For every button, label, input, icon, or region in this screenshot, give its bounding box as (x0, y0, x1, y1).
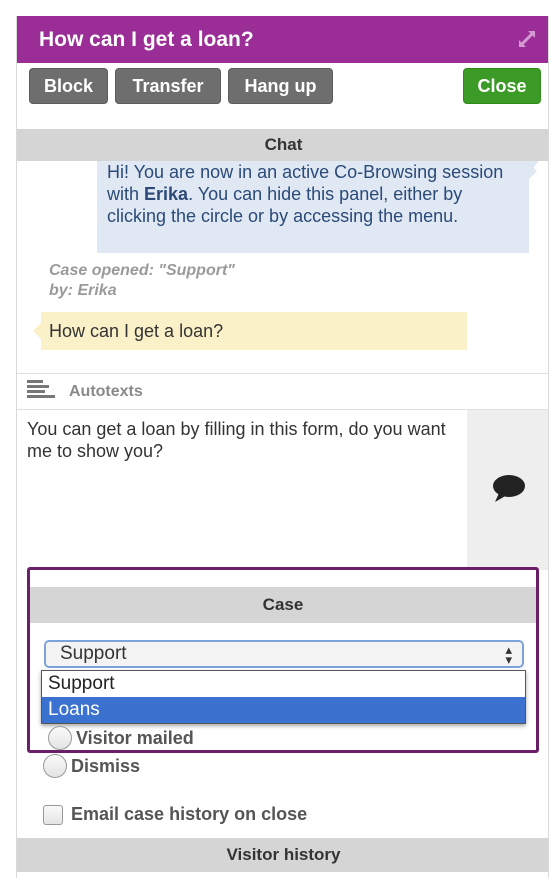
case-section-header[interactable]: Case (30, 587, 536, 623)
expand-icon[interactable] (516, 28, 538, 50)
dismiss-radio[interactable] (43, 754, 67, 778)
case-opened-by: by: Erika (49, 282, 117, 299)
visitor-mailed-label: Visitor mailed (76, 727, 194, 748)
chat-panel: How can I get a loan? Block Transfer Han… (16, 16, 549, 878)
email-history-label: Email case history on close (71, 804, 308, 824)
hang-up-button[interactable]: Hang up (228, 68, 333, 104)
email-history-option[interactable]: Email case history on close (43, 804, 307, 825)
toolbar: Block Transfer Hang up Close (17, 63, 548, 129)
dismiss-option[interactable]: Dismiss (43, 754, 140, 778)
autotexts-label: Autotexts (69, 382, 143, 400)
chat-log[interactable]: Hi! You are now in an active Co-Browsing… (17, 161, 548, 373)
email-history-checkbox[interactable] (43, 804, 63, 825)
title-bar: How can I get a loan? (17, 16, 548, 63)
send-button[interactable] (467, 410, 548, 570)
chat-section-header[interactable]: Chat (17, 129, 548, 161)
visitor-mailed-radio[interactable] (48, 726, 72, 750)
case-select-value: Support (60, 643, 127, 664)
case-panel: Case Support ▴ ▾ Support Loans Visitor ma… (27, 567, 539, 753)
case-option-loans[interactable]: Loans (42, 697, 525, 723)
visitor-message-text: How can I get a loan? (49, 320, 224, 341)
visitor-mailed-option[interactable]: Visitor mailed (48, 726, 194, 750)
case-option-support[interactable]: Support (42, 671, 525, 697)
case-dropdown-list: Support Loans (41, 670, 526, 724)
transfer-button[interactable]: Transfer (115, 68, 221, 104)
speech-bubble-icon (491, 473, 527, 508)
lines-icon (27, 380, 55, 403)
agent-name: Erika (144, 184, 189, 204)
visitor-history-header[interactable]: Visitor history (17, 838, 548, 872)
case-opened-note: Case opened: "Support" by: Erika (49, 261, 235, 301)
window-title: How can I get a loan? (39, 27, 254, 51)
dismiss-label: Dismiss (71, 755, 141, 776)
updown-arrows-icon: ▴ ▾ (505, 642, 512, 667)
case-select[interactable]: Support ▴ ▾ (44, 640, 524, 668)
visitor-message: How can I get a loan? (33, 312, 467, 350)
system-message: Hi! You are now in an active Co-Browsing… (97, 161, 539, 253)
close-button[interactable]: Close (463, 68, 541, 104)
block-button[interactable]: Block (29, 68, 108, 104)
autotexts-bar[interactable]: Autotexts (17, 373, 548, 410)
message-input[interactable]: You can get a loan by filling in this fo… (17, 410, 467, 570)
case-opened-line: Case opened: "Support" (49, 262, 235, 279)
